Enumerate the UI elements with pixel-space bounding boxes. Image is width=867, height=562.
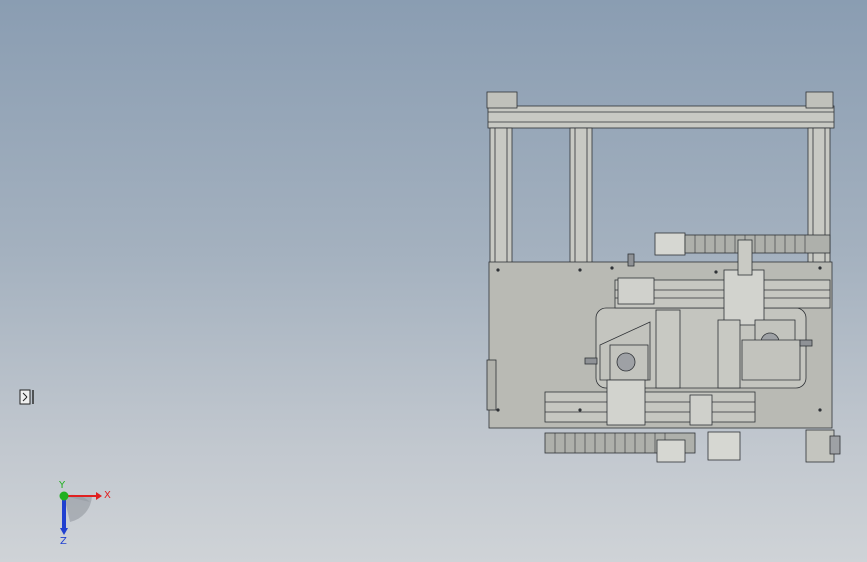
lower-rail [544,391,756,423]
lower-motor-right [707,431,741,461]
right-gusset [741,339,801,381]
z-axis-label: Z [60,536,67,547]
upper-z-axis [737,239,753,276]
z-axis-arrow [60,528,68,535]
y-axis-origin [59,491,69,501]
left-gripper-motor [616,352,636,372]
coordinate-triad: X Y Z [58,480,111,547]
top-beam [487,105,835,129]
left-vertical-slide [655,309,681,389]
section-view-icon[interactable] [18,387,38,407]
left-motor-block [617,277,655,305]
right-corner-bracket [805,91,834,109]
right-vertical-slide [717,319,741,389]
lower-carriage-plate [606,379,646,426]
x-axis-arrow [96,492,102,500]
upper-drag-chain [684,234,831,254]
left-side-bracket [486,359,497,411]
lower-right-block [689,394,713,426]
cable-connector-top [627,253,635,267]
base-knob [829,435,841,455]
cad-assembly-model[interactable] [0,0,867,562]
upper-motor-housing [654,232,686,256]
center-post [569,127,593,264]
x-axis-label: X [104,490,111,501]
cable-connector-left [584,357,598,365]
left-post [489,127,513,264]
graphics-viewport[interactable]: X Y Z [0,0,867,562]
cable-connector-right [799,339,813,347]
left-corner-bracket [486,91,518,109]
upper-carriage-plate [723,269,765,326]
lower-motor-left [656,439,686,463]
y-axis-label: Y [58,480,66,491]
